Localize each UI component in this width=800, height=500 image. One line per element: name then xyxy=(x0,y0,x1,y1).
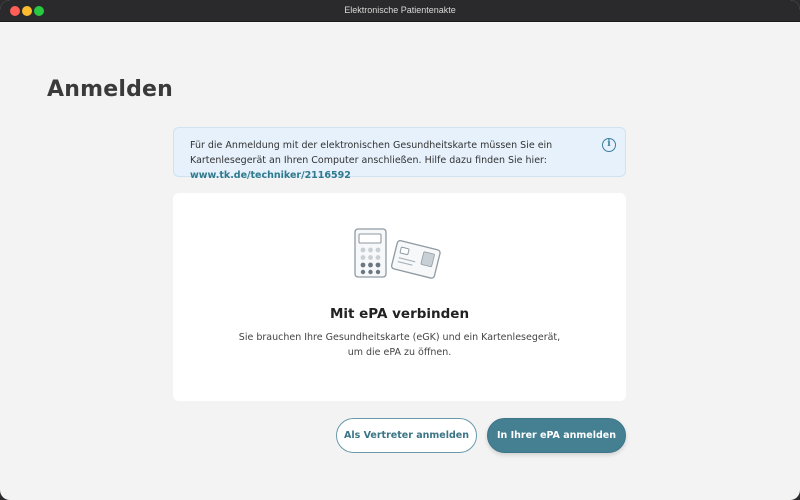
info-banner: Für die Anmeldung mit der elektronischen… xyxy=(173,127,626,181)
card-title: Mit ePA verbinden xyxy=(329,306,470,322)
info-icon: i xyxy=(602,138,616,152)
card-reader-illustration xyxy=(354,228,441,279)
title-bar: Elektronische Patientenakte xyxy=(0,0,800,22)
connect-card: Mit ePA verbinden Sie brauchen Ihre Gesu… xyxy=(173,193,626,401)
epa-login-button[interactable]: In Ihrer ePA anmelden xyxy=(487,418,626,453)
card-description: Sie brauchen Ihre Gesundheitskarte (eGK)… xyxy=(238,332,561,358)
representative-login-button[interactable]: Als Vertreter anmelden xyxy=(336,418,477,453)
info-text: Für die Anmeldung mit der elektronischen… xyxy=(190,140,553,166)
help-link[interactable]: www.tk.de/techniker/2116592 xyxy=(190,170,351,181)
app-window: Elektronische Patientenakte Anmelden Für… xyxy=(0,0,800,500)
window-title: Elektronische Patientenakte xyxy=(344,5,456,15)
page-title: Anmelden xyxy=(47,77,174,102)
